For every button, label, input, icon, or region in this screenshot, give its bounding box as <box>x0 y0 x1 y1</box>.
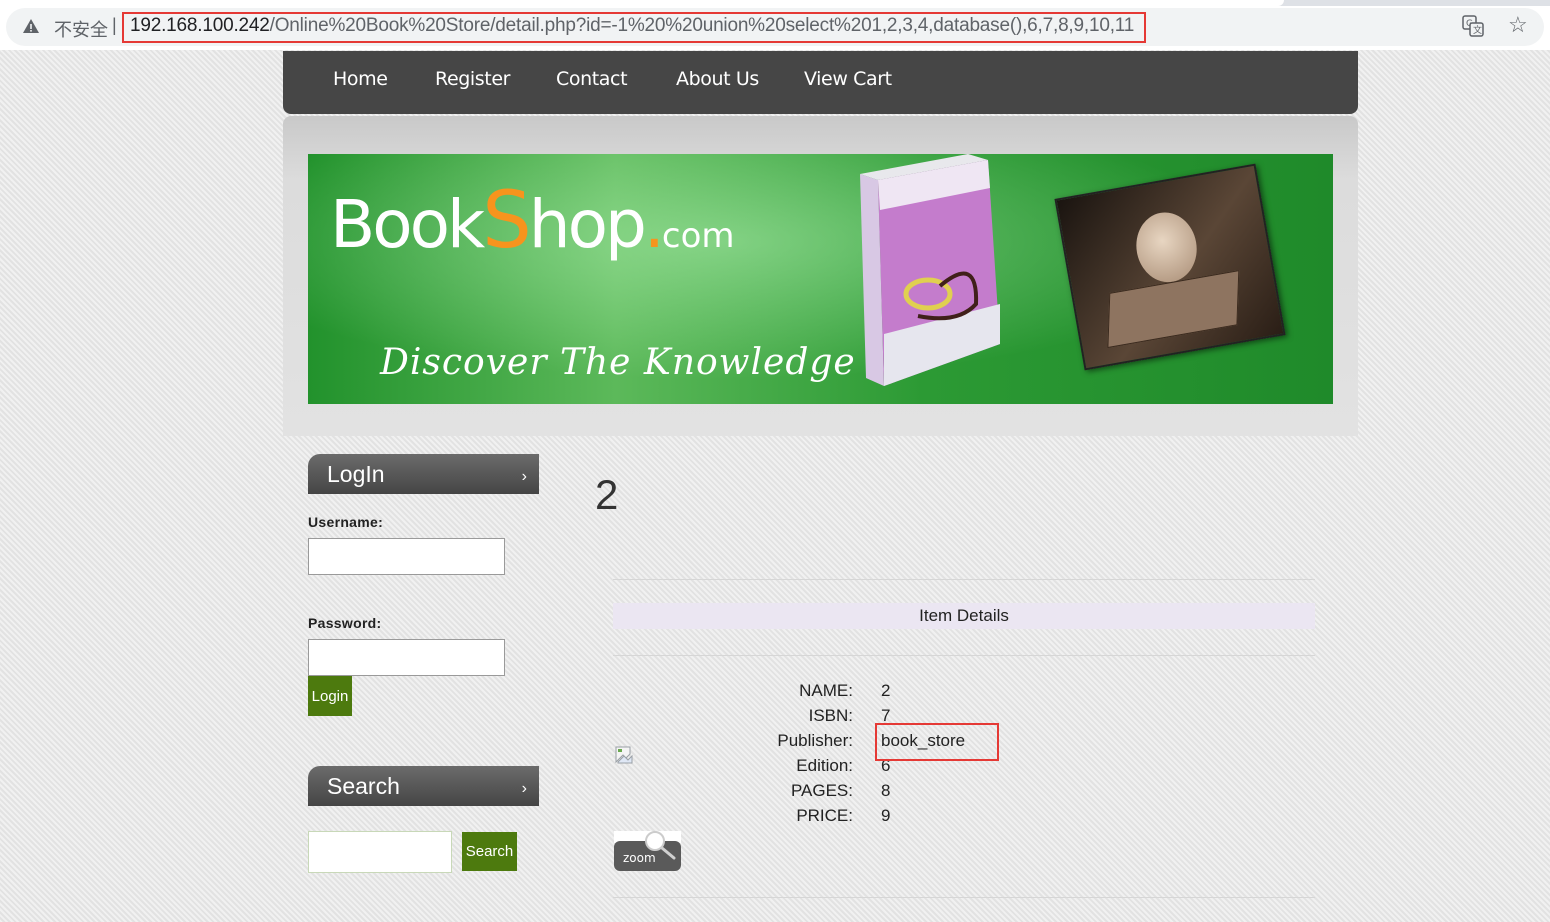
divider <box>613 655 1315 656</box>
book-cover-image <box>860 154 1000 386</box>
nav-register-link[interactable]: Register <box>435 68 510 90</box>
address-bar[interactable]: 不安全 | 192.168.100.242/Online%20Book%20St… <box>6 8 1544 46</box>
photo-face <box>1130 207 1203 287</box>
site-banner: BookShop.com Discover The Knowledge <box>308 154 1333 404</box>
detail-value: 2 <box>881 681 891 700</box>
search-title: Search <box>327 773 400 799</box>
broken-image-icon <box>615 746 633 764</box>
page-title: 2 <box>595 471 619 518</box>
logo-hop: hop <box>528 186 647 263</box>
detail-value: 8 <box>881 781 891 800</box>
detail-row-pages: PAGES: 8 <box>700 781 1200 805</box>
password-label: Password: <box>308 615 382 631</box>
banner-tagline: Discover The Knowledge <box>380 342 856 383</box>
logo-com: com <box>661 216 735 256</box>
logo-dot: . <box>643 186 665 263</box>
photo-book <box>1107 270 1240 349</box>
divider <box>613 897 1315 898</box>
password-input[interactable] <box>308 639 505 676</box>
login-title: LogIn <box>327 461 385 487</box>
child-reading-photo <box>1054 163 1286 371</box>
nav-home-link[interactable]: Home <box>333 68 388 90</box>
chevron-right-icon: › <box>521 468 527 485</box>
detail-label: NAME: <box>799 681 853 700</box>
publisher-annotation-box <box>875 723 999 761</box>
active-tab[interactable] <box>0 0 1284 6</box>
zoom-button[interactable]: zoom <box>614 831 681 871</box>
nav-view-cart-link[interactable]: View Cart <box>804 68 892 90</box>
detail-label: Publisher: <box>777 731 853 750</box>
search-widget-header: Search › <box>308 766 539 806</box>
tab-strip <box>0 0 1550 6</box>
divider <box>613 579 1315 580</box>
item-details-heading: Item Details <box>613 603 1315 629</box>
detail-row-price: PRICE: 9 <box>700 806 1200 830</box>
browser-toolbar: 不安全 | 192.168.100.242/Online%20Book%20St… <box>0 0 1550 50</box>
svg-text:文: 文 <box>1473 24 1482 36</box>
security-label[interactable]: 不安全 <box>54 16 108 42</box>
detail-label: ISBN: <box>808 706 853 725</box>
detail-label: PRICE: <box>796 806 853 825</box>
nav-about-link[interactable]: About Us <box>676 68 759 90</box>
detail-label: PAGES: <box>790 781 853 800</box>
translate-icon[interactable]: G 文 <box>1462 15 1484 37</box>
url-annotation-box <box>122 12 1146 43</box>
security-separator: | <box>112 15 117 35</box>
bookmark-star-icon[interactable]: ☆ <box>1508 13 1528 37</box>
detail-row-name: NAME: 2 <box>700 681 1200 705</box>
logo-book: Book <box>330 186 485 263</box>
username-input[interactable] <box>308 538 505 575</box>
chevron-right-icon: › <box>521 780 527 797</box>
detail-label: Edition: <box>796 756 853 775</box>
detail-value: 9 <box>881 806 891 825</box>
zoom-label: zoom <box>623 851 656 865</box>
warning-icon[interactable] <box>22 17 40 35</box>
logo-s: S <box>482 176 531 266</box>
login-button[interactable]: Login <box>308 676 352 716</box>
login-widget-header: LogIn › <box>308 454 539 494</box>
search-input[interactable] <box>308 831 452 873</box>
username-label: Username: <box>308 514 384 530</box>
nav-contact-link[interactable]: Contact <box>556 68 628 90</box>
site-nav: Home Register Contact About Us View Cart <box>283 51 1358 114</box>
search-button[interactable]: Search <box>462 832 517 871</box>
site-logo: BookShop.com <box>330 176 735 266</box>
